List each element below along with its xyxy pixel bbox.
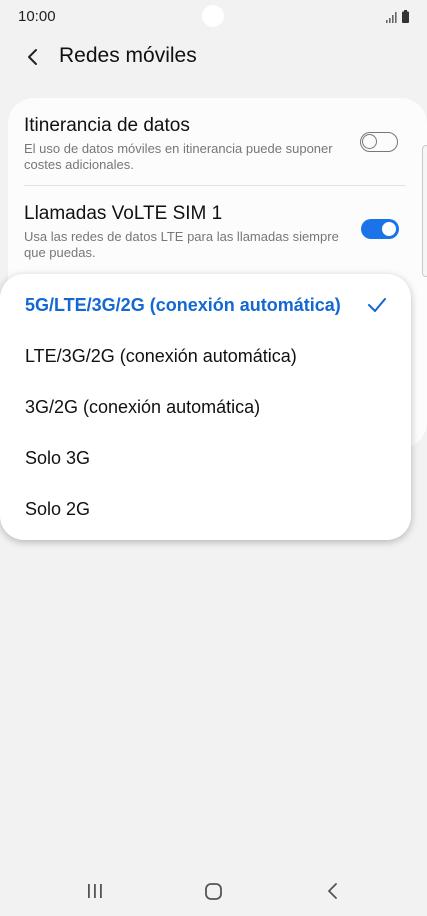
network-mode-menu: 5G/LTE/3G/2G (conexión automática) LTE/3… [0,274,411,540]
scroll-indicator[interactable] [422,145,427,277]
status-bar: 10:00 [0,0,427,34]
roaming-description: El uso de datos móviles en itinerancia p… [24,141,333,172]
volte-setting[interactable]: Llamadas VoLTE SIM 1 Usa las redes de da… [24,202,404,261]
back-icon[interactable] [326,882,339,900]
battery-icon [402,10,409,23]
signal-icon [386,12,397,23]
page-title: Redes móviles [59,44,197,67]
option-label: Solo 2G [25,499,91,519]
option-label: Solo 3G [25,448,91,468]
option-label: 3G/2G (conexión automática) [25,397,261,417]
navigation-bar [0,870,427,916]
toggle-knob [362,134,377,149]
volte-description: Usa las redes de datos LTE para las llam… [24,229,339,260]
option-label: LTE/3G/2G (conexión automática) [25,346,297,366]
volte-toggle[interactable] [361,219,399,239]
recent-apps-icon[interactable] [86,882,104,900]
roaming-toggle[interactable] [360,132,398,152]
network-mode-option[interactable]: 3G/2G (conexión automática) [25,382,391,433]
network-mode-option[interactable]: 5G/LTE/3G/2G (conexión automática) [25,280,391,331]
home-icon[interactable] [204,882,223,901]
check-icon [368,298,386,312]
network-mode-option[interactable]: Solo 2G [25,484,391,535]
option-label: 5G/LTE/3G/2G (conexión automática) [25,295,341,315]
network-mode-option[interactable]: Solo 3G [25,433,391,484]
divider [24,185,406,186]
toggle-knob [380,220,398,238]
volte-title: Llamadas VoLTE SIM 1 [24,203,223,224]
app-header: Redes móviles [0,40,427,74]
network-mode-option[interactable]: LTE/3G/2G (conexión automática) [25,331,391,382]
roaming-setting[interactable]: Itinerancia de datos El uso de datos móv… [24,114,404,173]
back-arrow-icon[interactable] [24,46,42,68]
roaming-title: Itinerancia de datos [24,115,190,136]
front-camera-cutout [202,5,224,27]
status-time: 10:00 [18,8,56,25]
